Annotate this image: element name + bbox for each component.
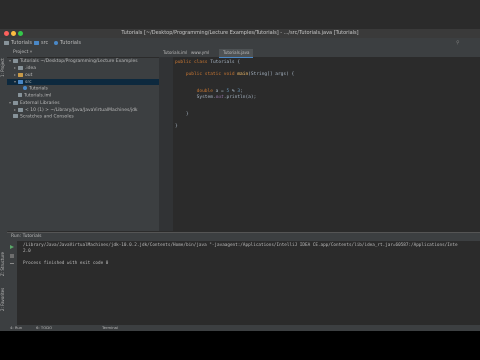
source-folder-icon — [18, 79, 23, 84]
console-line: Process finished with exit code 0 — [23, 261, 109, 266]
console-output[interactable]: /Library/Java/JavaVirtualMachines/jdk-10… — [23, 243, 458, 267]
pause-icon[interactable] — [10, 263, 14, 264]
scratches-icon — [13, 114, 18, 118]
folder-icon — [34, 40, 39, 45]
rerun-icon[interactable] — [10, 245, 14, 249]
tab-www-yml[interactable]: www.yml — [187, 49, 213, 57]
editor-tabs: Tutorials.iml www.yml Tutorials.java — [159, 49, 480, 58]
java-class-icon — [23, 86, 27, 90]
folder-icon — [4, 40, 9, 45]
zoom-window-button[interactable] — [18, 31, 23, 36]
breadcrumb-src[interactable]: src — [34, 38, 48, 49]
run-toolbar — [7, 241, 17, 326]
code-line: public static void main(String[] args) { — [175, 72, 295, 77]
favorites-tool-button[interactable]: 2: Favorites — [0, 284, 7, 314]
breadcrumb-file[interactable]: Tutorials — [54, 38, 81, 49]
java-class-icon — [54, 40, 58, 45]
tab-tutorials-java[interactable]: Tutorials.java — [219, 49, 254, 58]
project-panel-header[interactable]: Project ▾ — [7, 49, 159, 58]
minimize-window-button[interactable] — [11, 31, 16, 36]
tree-item-jdk[interactable]: ▸ < 10 (1) > ~/Library/Java/JavaVirtualMa… — [7, 107, 166, 113]
folder-icon — [18, 72, 23, 77]
tree-item-tutorials-iml[interactable]: Tutorials.iml — [7, 93, 170, 99]
module-file-icon — [18, 93, 22, 97]
code-editor: Tutorials.iml www.yml Tutorials.java pub… — [159, 49, 480, 231]
ide-window: Tutorials [~/Desktop/Programming/Lecture… — [0, 0, 480, 360]
stop-icon[interactable] — [10, 254, 14, 258]
run-tab[interactable]: Run: Tutorials — [7, 234, 41, 239]
folder-icon — [13, 58, 18, 63]
tree-item-idea[interactable]: ▸ .idea — [7, 65, 166, 71]
code-line: } — [175, 124, 178, 129]
tree-item-external-libraries[interactable]: ▾ External Libraries — [7, 100, 161, 106]
project-tool-button[interactable]: 1: Project — [0, 53, 7, 83]
window-title: Tutorials [~/Desktop/Programming/Lecture… — [121, 30, 359, 36]
tree-item-project-root[interactable]: ▾ Tutorials ~/Desktop/Programming/Lecture… — [7, 58, 161, 64]
code-line: } — [175, 112, 189, 117]
library-icon — [13, 100, 18, 105]
run-panel: Run: Tutorials /Library/Java/JavaVirtual… — [7, 232, 480, 326]
run-panel-header: Run: Tutorials — [7, 233, 480, 241]
code-line: public class Tutorials { — [175, 60, 241, 65]
breadcrumb-project[interactable]: Tutorials — [4, 38, 32, 49]
structure-tool-button[interactable]: Z: Structure — [0, 249, 7, 279]
console-line: /Library/Java/JavaVirtualMachines/jdk-10… — [23, 243, 458, 248]
search-icon[interactable]: ⚲ — [456, 38, 460, 49]
letterbox-bottom — [0, 331, 480, 360]
code-line: System.out.println(a); — [175, 95, 257, 100]
tree-item-tutorials-class[interactable]: Tutorials — [7, 86, 175, 92]
tree-item-out[interactable]: ▸ out — [7, 72, 166, 78]
window-titlebar: Tutorials [~/Desktop/Programming/Lecture… — [0, 29, 480, 38]
tree-item-src[interactable]: ▾ src — [7, 79, 166, 85]
project-panel: Project ▾ ▾ Tutorials ~/Desktop/Programmi… — [7, 49, 166, 231]
close-window-button[interactable] — [4, 31, 9, 36]
tree-item-scratches[interactable]: Scratches and Consoles — [7, 114, 161, 120]
jdk-icon — [18, 107, 23, 112]
line-gutter[interactable] — [159, 57, 173, 231]
folder-icon — [18, 65, 23, 70]
